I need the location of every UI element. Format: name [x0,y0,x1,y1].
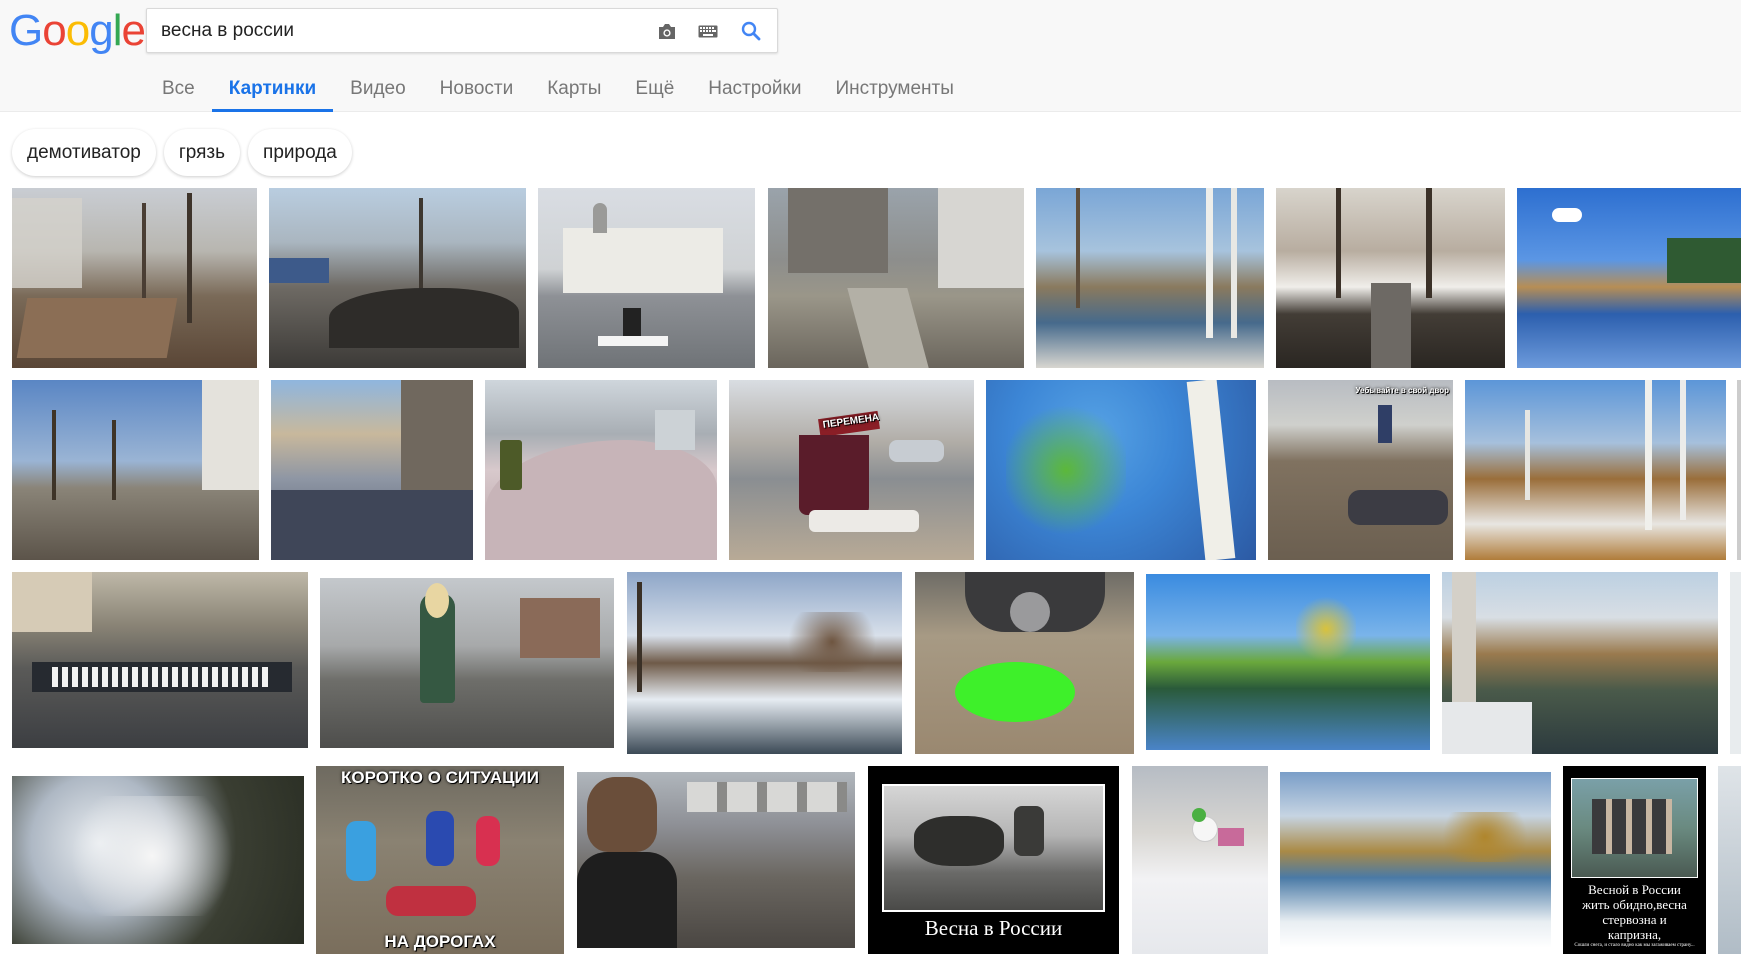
crowd-square-photo[interactable] [12,572,308,748]
chip-demotivator[interactable]: демотиватор [12,129,156,176]
demotivator-swim-photo[interactable]: Весна в России [868,766,1119,954]
tab-tools[interactable]: Инструменты [818,62,970,112]
snowman-photo[interactable] [1132,766,1268,954]
demotivator2-caption-line3: стервозна и [1602,912,1667,927]
yard-apartments-photo[interactable] [12,380,259,560]
partial-photo-right-2[interactable] [1730,572,1741,754]
cherry-blossom-photo[interactable] [12,776,304,944]
keyboard-icon[interactable] [697,20,719,42]
birch-leaves-photo[interactable] [986,380,1256,560]
snow-pile-photo[interactable] [485,380,717,560]
logo-letter: e [121,6,146,55]
flooded-yard-photo[interactable]: Уебывайте в свой двор [1268,380,1453,560]
tab-more[interactable]: Ещё [618,62,691,112]
tab-images[interactable]: Картинки [211,62,334,112]
header-bar: Google Все Картинки Видео Новости Карты … [0,0,1741,112]
meme-bottom-caption: НА ДОРОГАХ [384,932,496,951]
tab-all[interactable]: Все [146,62,212,112]
search-input[interactable] [161,9,641,52]
camera-icon[interactable] [656,20,678,42]
search-box [146,8,778,53]
partial-photo-right[interactable] [1737,380,1741,560]
birch-forest-photo[interactable] [1465,380,1726,560]
ruined-yard-photo[interactable] [12,188,257,368]
demotivator2-small-text: Сошли снега, и стало видно как мы загажи… [1574,943,1695,948]
demotivator2-caption-line4: капризна, [1607,927,1662,942]
demotivator2-caption-line1: Весной в России [1588,882,1681,897]
kids-mud-photo[interactable]: КОРОТКО О СИТУАЦИИ НА ДОРОГАХ [316,766,564,954]
green-puddle-photo[interactable] [915,572,1134,754]
snow-river-photo[interactable] [627,572,902,754]
green-lake-photo[interactable] [1146,574,1430,750]
yard-caption: Уебывайте в свой двор [1355,386,1449,395]
sleeping-man-photo[interactable]: ПЕРЕМЕНА [729,380,974,560]
slush-road-photo[interactable] [768,188,1024,368]
meme-top-caption: КОРОТКО О СИТУАЦИИ [341,768,539,787]
birch-river-photo[interactable] [1036,188,1264,368]
muddy-street-photo[interactable] [269,188,526,368]
demotivator-bench-photo[interactable]: Весной в России жить обидно,весна стерво… [1563,766,1706,954]
chip-mud[interactable]: грязь [163,129,241,176]
blue-lake-photo[interactable] [1517,188,1741,368]
search-tabs: Все Картинки Видео Новости Карты Ещё Нас… [146,62,971,112]
search-icon[interactable] [740,20,762,42]
tab-video[interactable]: Видео [333,62,423,112]
logo-letter: l [112,6,123,55]
spring-river-photo[interactable] [1442,572,1718,754]
tab-news[interactable]: Новости [423,62,531,112]
demotivator2-caption-line2: жить обидно,весна [1582,897,1687,912]
tab-maps[interactable]: Карты [530,62,618,112]
chip-nature[interactable]: природа [248,129,352,176]
church-flood-photo[interactable] [538,188,755,368]
logo-letter: o [65,6,91,55]
tab-settings[interactable]: Настройки [691,62,818,112]
demotivator-caption: Весна в России [924,916,1063,940]
logo-letter: g [89,6,114,55]
partial-photo-right-3[interactable] [1718,766,1741,954]
logo-letter: o [42,6,67,55]
logo-letter: G [9,6,43,55]
snow-street-photo[interactable] [271,380,473,560]
woman-flood-photo[interactable] [320,578,614,748]
winter-river-photo[interactable] [1280,772,1551,948]
man-mud-road-photo[interactable] [577,772,855,948]
google-logo[interactable]: Google [9,6,146,55]
flooded-alley-photo[interactable] [1276,188,1505,368]
related-chips: демотиватор грязь природа [12,129,352,176]
